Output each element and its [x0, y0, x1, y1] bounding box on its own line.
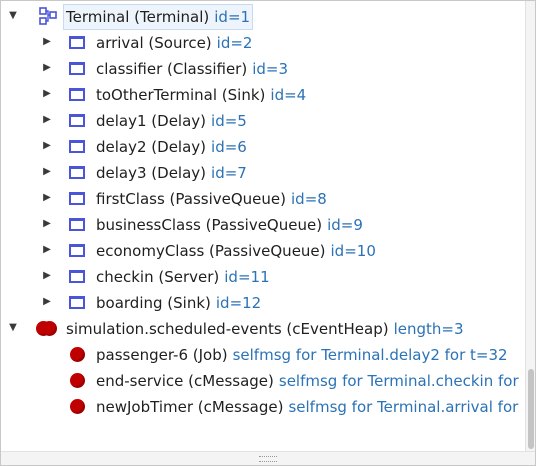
- message-icon: [67, 393, 87, 419]
- module-id: id=6: [211, 138, 247, 156]
- module-name: delay1 (Delay): [96, 112, 207, 130]
- tree-row-label: passenger-6 (Job) selfmsg for Terminal.de…: [93, 342, 511, 368]
- module-id: id=10: [330, 242, 376, 260]
- message-icon: [67, 367, 87, 393]
- tree-row-label: delay1 (Delay) id=5: [93, 108, 250, 134]
- module-id: id=8: [291, 190, 327, 208]
- root-info: id=1: [214, 8, 251, 26]
- event-heap-icon: [34, 315, 60, 341]
- event-info: selfmsg for Terminal.checkin for: [278, 372, 519, 390]
- tree-row-label: businessClass (PassiveQueue) id=9: [93, 212, 366, 238]
- module-name: firstClass (PassiveQueue): [96, 190, 286, 208]
- simple-module-icon: [67, 81, 87, 107]
- tree-row-label: delay3 (Delay) id=7: [93, 160, 250, 186]
- simple-module-icon: [67, 263, 87, 289]
- module-name: checkin (Server): [96, 268, 220, 286]
- module-name: delay2 (Delay): [96, 138, 207, 156]
- tree-row-label: boarding (Sink) id=12: [93, 290, 264, 316]
- module-id: id=11: [224, 268, 270, 286]
- chevron-right-icon[interactable]: ▶: [39, 133, 55, 159]
- horizontal-scrollbar[interactable]: [1, 451, 535, 465]
- module-id: id=3: [252, 60, 289, 78]
- tree-row-event-heap[interactable]: ▼ simulation.scheduled-events (cEventHea…: [1, 315, 526, 341]
- tree-row-label: end-service (cMessage) selfmsg for Termin…: [93, 368, 522, 394]
- tree-row-module[interactable]: ▶ delay3 (Delay) id=7: [1, 159, 526, 185]
- tree-row-module[interactable]: ▶ businessClass (PassiveQueue) id=9: [1, 211, 526, 237]
- tree-row-module[interactable]: ▶ economyClass (PassiveQueue) id=10: [1, 237, 526, 263]
- tree-row-label: arrival (Source) id=2: [93, 30, 255, 56]
- chevron-down-icon[interactable]: ▼: [5, 315, 21, 341]
- tree-row-label: firstClass (PassiveQueue) id=8: [93, 186, 330, 212]
- simple-module-icon: [67, 211, 87, 237]
- tree-row-module[interactable]: ▶ classifier (Classifier) id=3: [1, 55, 526, 81]
- chevron-right-icon[interactable]: ▶: [39, 263, 55, 289]
- chevron-right-icon[interactable]: ▶: [39, 211, 55, 237]
- tree-row-module[interactable]: ▶ firstClass (PassiveQueue) id=8: [1, 185, 526, 211]
- event-name: newJobTimer (cMessage): [96, 398, 284, 416]
- root-name: Terminal (Terminal): [66, 8, 210, 26]
- tree-row-module[interactable]: ▶ boarding (Sink) id=12: [1, 289, 526, 315]
- tree-row-label: delay2 (Delay) id=6: [93, 134, 250, 160]
- chevron-right-icon[interactable]: ▶: [39, 81, 55, 107]
- tree-row-label: Terminal (Terminal) id=1: [63, 4, 254, 30]
- simple-module-icon: [67, 185, 87, 211]
- module-name: boarding (Sink): [96, 294, 211, 312]
- module-name: arrival (Source): [96, 34, 212, 52]
- module-id: id=5: [211, 112, 247, 130]
- module-name: economyClass (PassiveQueue): [96, 242, 326, 260]
- tree-row-module[interactable]: ▶ delay1 (Delay) id=5: [1, 107, 526, 133]
- tree-row-event[interactable]: newJobTimer (cMessage) selfmsg for Termin…: [1, 393, 526, 419]
- simple-module-icon: [67, 55, 87, 81]
- object-tree: ▼ Terminal (Terminal) id=1 ▶ arrival (Sou…: [1, 3, 526, 452]
- tree-row-event[interactable]: passenger-6 (Job) selfmsg for Terminal.de…: [1, 341, 526, 367]
- chevron-down-icon[interactable]: ▼: [5, 3, 21, 29]
- tree-row-label: classifier (Classifier) id=3: [93, 56, 291, 82]
- tree-row-module[interactable]: ▶ toOtherTerminal (Sink) id=4: [1, 81, 526, 107]
- tree-row-root-terminal[interactable]: ▼ Terminal (Terminal) id=1: [1, 3, 526, 30]
- simple-module-icon: [67, 289, 87, 315]
- tree-row-label: simulation.scheduled-events (cEventHeap)…: [63, 316, 467, 342]
- simple-module-icon: [67, 159, 87, 185]
- tree-row-module[interactable]: ▶ delay2 (Delay) id=6: [1, 133, 526, 159]
- module-name: delay3 (Delay): [96, 164, 207, 182]
- tree-row-label: toOtherTerminal (Sink) id=4: [93, 82, 309, 108]
- resize-grip-icon[interactable]: [259, 456, 277, 462]
- tree-row-module[interactable]: ▶ arrival (Source) id=2: [1, 29, 526, 55]
- chevron-right-icon[interactable]: ▶: [39, 289, 55, 315]
- module-name: toOtherTerminal (Sink): [96, 86, 266, 104]
- vertical-scrollbar-thumb[interactable]: [528, 369, 534, 449]
- module-id: id=2: [216, 34, 253, 52]
- tree-row-label: checkin (Server) id=11: [93, 264, 273, 290]
- simple-module-icon: [67, 29, 87, 55]
- event-name: passenger-6 (Job): [96, 346, 228, 364]
- event-info: selfmsg for Terminal.delay2 for t=32: [232, 346, 508, 364]
- chevron-right-icon[interactable]: ▶: [39, 107, 55, 133]
- module-id: id=7: [211, 164, 247, 182]
- chevron-right-icon[interactable]: ▶: [39, 237, 55, 263]
- simple-module-icon: [67, 133, 87, 159]
- message-icon: [67, 341, 87, 367]
- chevron-right-icon[interactable]: ▶: [39, 29, 55, 55]
- event-name: end-service (cMessage): [96, 372, 274, 390]
- event-info: selfmsg for Terminal.arrival for: [288, 398, 519, 416]
- tree-row-event[interactable]: end-service (cMessage) selfmsg for Termin…: [1, 367, 526, 393]
- module-id: id=4: [270, 86, 307, 104]
- tree-row-label: economyClass (PassiveQueue) id=10: [93, 238, 379, 264]
- tree-row-module[interactable]: ▶ checkin (Server) id=11: [1, 263, 526, 289]
- simple-module-icon: [67, 237, 87, 263]
- network-compound-module-icon: [38, 3, 58, 29]
- module-name: classifier (Classifier): [96, 60, 248, 78]
- vertical-scrollbar[interactable]: [525, 1, 535, 452]
- module-name: businessClass (PassiveQueue): [96, 216, 323, 234]
- module-id: id=12: [215, 294, 262, 312]
- module-id: id=9: [327, 216, 363, 234]
- event-heap-name: simulation.scheduled-events (cEventHeap): [66, 320, 389, 338]
- tree-row-label: newJobTimer (cMessage) selfmsg for Termin…: [93, 394, 521, 420]
- simple-module-icon: [67, 107, 87, 133]
- object-inspector-tree-panel: ▼ Terminal (Terminal) id=1 ▶ arrival (Sou…: [0, 0, 536, 466]
- chevron-right-icon[interactable]: ▶: [39, 159, 55, 185]
- chevron-right-icon[interactable]: ▶: [39, 55, 55, 81]
- event-heap-length: length=3: [393, 320, 464, 338]
- chevron-right-icon[interactable]: ▶: [39, 185, 55, 211]
